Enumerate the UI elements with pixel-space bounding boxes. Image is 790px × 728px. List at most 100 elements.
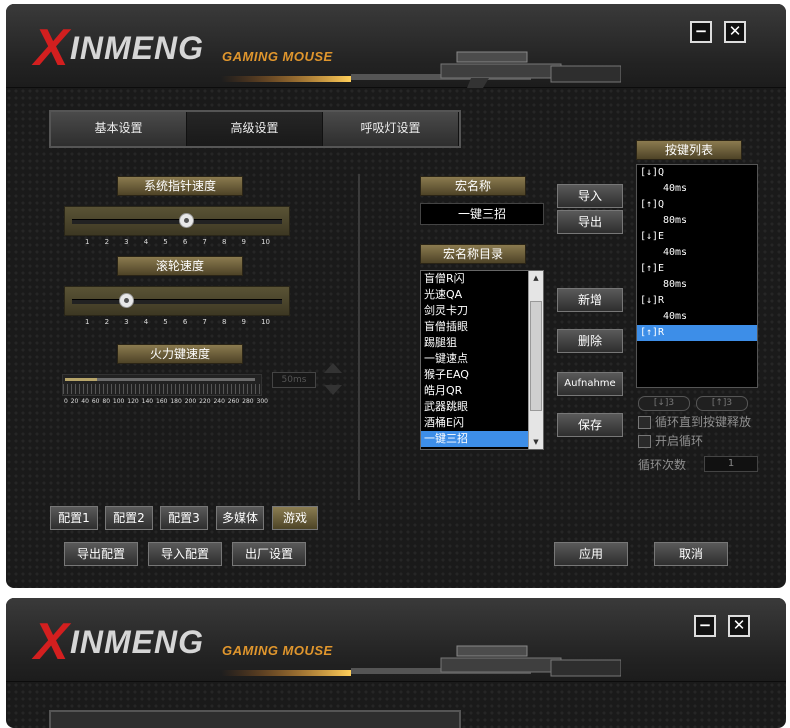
key-list-item[interactable]: 80ms (637, 213, 757, 229)
tick-label: 1 (85, 238, 90, 246)
key-list-item[interactable]: [↓]Q (637, 165, 757, 181)
factory-reset-button[interactable]: 出厂设置 (232, 542, 306, 566)
delete-macro-button[interactable]: 删除 (557, 329, 623, 353)
key-up-button[interactable]: [↑]3 (696, 396, 748, 411)
tab-breathing-light-settings[interactable]: 呼吸灯设置 (323, 112, 459, 146)
tick-label: 300 (256, 398, 268, 405)
checkbox-box (638, 435, 651, 448)
minimize-button[interactable]: − (694, 615, 716, 637)
macro-name-field[interactable]: 一键三招 (420, 203, 544, 225)
gaming-mouse-tagline: GAMING MOUSE (222, 643, 333, 658)
key-rows: [↓]Q 40ms [↑]Q 80ms [↓]E 40ms [↑]E 80ms [↓]R 40ms… (637, 165, 757, 341)
tick-label: 180 (170, 398, 182, 405)
tick-label: 240 (213, 398, 225, 405)
key-list[interactable]: [↓]Q 40ms [↑]Q 80ms [↓]E 40ms [↑]E 80ms [↓]R 40ms… (636, 164, 758, 388)
tick-label: 0 (64, 398, 68, 405)
tick-label: 120 (127, 398, 139, 405)
key-list-item[interactable]: [↑]Q (637, 197, 757, 213)
tick-label: 220 (199, 398, 211, 405)
macro-list-item[interactable]: 踢腿狙 (421, 335, 528, 351)
fire-speed-scale (63, 384, 261, 394)
pointer-speed-slider[interactable] (64, 206, 290, 236)
fire-speed-slider[interactable] (62, 374, 262, 396)
apply-button[interactable]: 应用 (554, 542, 628, 566)
fire-speed-down-arrow-icon[interactable] (324, 385, 342, 395)
tick-label: 160 (156, 398, 168, 405)
config-button-2[interactable]: 配置2 (105, 506, 153, 530)
xinmeng-logo: X INMENG (34, 19, 244, 82)
scroll-speed-slider[interactable] (64, 286, 290, 316)
tick-label: 3 (124, 238, 129, 246)
macro-list-item[interactable]: 光速QA (421, 287, 528, 303)
tab-advanced-settings[interactable]: 高级设置 (187, 112, 323, 146)
config-button-1[interactable]: 配置1 (50, 506, 98, 530)
macro-list-item[interactable]: 盲僧R闪 (421, 271, 528, 287)
tick-label: 8 (221, 238, 227, 246)
close-button[interactable]: ✕ (724, 21, 746, 43)
key-list-item[interactable]: [↑]E (637, 261, 757, 277)
logo-word: INMENG (70, 624, 204, 660)
gaming-mouse-tagline: GAMING MOUSE (222, 49, 333, 64)
key-list-item[interactable]: 80ms (637, 277, 757, 293)
scroll-down-icon[interactable]: ▼ (530, 435, 542, 449)
rifle-graphic (221, 51, 621, 88)
scroll-up-icon[interactable]: ▲ (530, 271, 542, 285)
macro-list-item[interactable]: 剑灵卡刀 (421, 303, 528, 319)
start-loop-checkbox[interactable]: 开启循环 (638, 434, 703, 448)
macro-list-item[interactable]: 猴子EAQ (421, 367, 528, 383)
macro-list-item[interactable]: 皓月QR (421, 383, 528, 399)
macro-list-item[interactable]: 一键速点 (421, 351, 528, 367)
add-macro-button[interactable]: 新增 (557, 288, 623, 312)
import-macro-button[interactable]: 导入 (557, 184, 623, 208)
macro-list-item[interactable]: 一键三招 (421, 431, 528, 447)
key-list-item[interactable]: [↑]R (637, 325, 757, 341)
fire-speed-up-arrow-icon[interactable] (324, 363, 342, 373)
config-button-4[interactable]: 多媒体 (216, 506, 264, 530)
fire-speed-ticks: 0 20 40 60 80 100 120 140 160 180 200 220 240 260 280 3… (64, 398, 268, 405)
config-button-5[interactable]: 游戏 (272, 506, 318, 530)
pointer-speed-label: 系统指针速度 (117, 176, 243, 196)
section-divider (358, 174, 360, 500)
config-button-3[interactable]: 配置3 (160, 506, 208, 530)
key-list-item[interactable]: 40ms (637, 181, 757, 197)
loop-until-release-text: 循环直到按键释放 (655, 415, 752, 429)
macro-list[interactable]: 盲僧R闪 光速QA 剑灵卡刀 盲僧插眼 踢腿狙 一键速点 猴子EAQ 皓月QR 武器跳眼 酒桶E闪… (420, 270, 544, 450)
key-list-item[interactable]: [↓]R (637, 293, 757, 309)
key-list-item[interactable]: 40ms (637, 309, 757, 325)
scroll-thumb[interactable] (530, 301, 542, 411)
loop-until-release-checkbox[interactable]: 循环直到按键释放 (638, 415, 751, 429)
macro-list-item[interactable]: 酒桶E闪 (421, 415, 528, 431)
record-macro-button[interactable]: Aufnahme (557, 372, 623, 396)
macro-list-item[interactable]: 武器跳眼 (421, 399, 528, 415)
macro-directory-label: 宏名称目录 (420, 244, 526, 264)
macro-list-scrollbar[interactable]: ▲ ▼ (528, 271, 543, 449)
loop-count-input[interactable]: 1 (704, 456, 758, 472)
logo-word: INMENG (70, 30, 204, 66)
scroll-speed-knob[interactable] (119, 293, 134, 308)
save-macro-button[interactable]: 保存 (557, 413, 623, 437)
rifle-graphic (221, 645, 621, 677)
export-macro-button[interactable]: 导出 (557, 210, 623, 234)
cancel-button[interactable]: 取消 (654, 542, 728, 566)
tick-label: 280 (242, 398, 254, 405)
tab-basic-settings[interactable]: 基本设置 (51, 112, 187, 146)
tick-label: 9 (241, 318, 246, 326)
key-list-item[interactable]: 40ms (637, 245, 757, 261)
loop-count-label: 循环次数 (638, 458, 687, 472)
logo-x: X (34, 613, 69, 671)
key-down-button[interactable]: [↓]3 (638, 396, 690, 411)
pointer-speed-knob[interactable] (179, 213, 194, 228)
title-bar: X INMENG GAMING MOUSE − ✕ (6, 598, 786, 682)
tab-bar: 基本设置 高级设置 呼吸灯设置 (49, 110, 461, 148)
fire-speed-fill (65, 378, 97, 381)
minimize-button[interactable]: − (690, 21, 712, 43)
macro-list-item[interactable]: 盲僧插眼 (421, 319, 528, 335)
close-button[interactable]: ✕ (728, 615, 750, 637)
import-config-button[interactable]: 导入配置 (148, 542, 222, 566)
pointer-speed-track (72, 219, 282, 224)
key-list-item[interactable]: [↓]E (637, 229, 757, 245)
pointer-speed-ticks: 1 2 3 4 5 6 7 8 9 10 (85, 238, 270, 246)
xinmeng-logo: X INMENG (34, 613, 244, 676)
tick-label: 7 (202, 318, 207, 326)
export-config-button[interactable]: 导出配置 (64, 542, 138, 566)
